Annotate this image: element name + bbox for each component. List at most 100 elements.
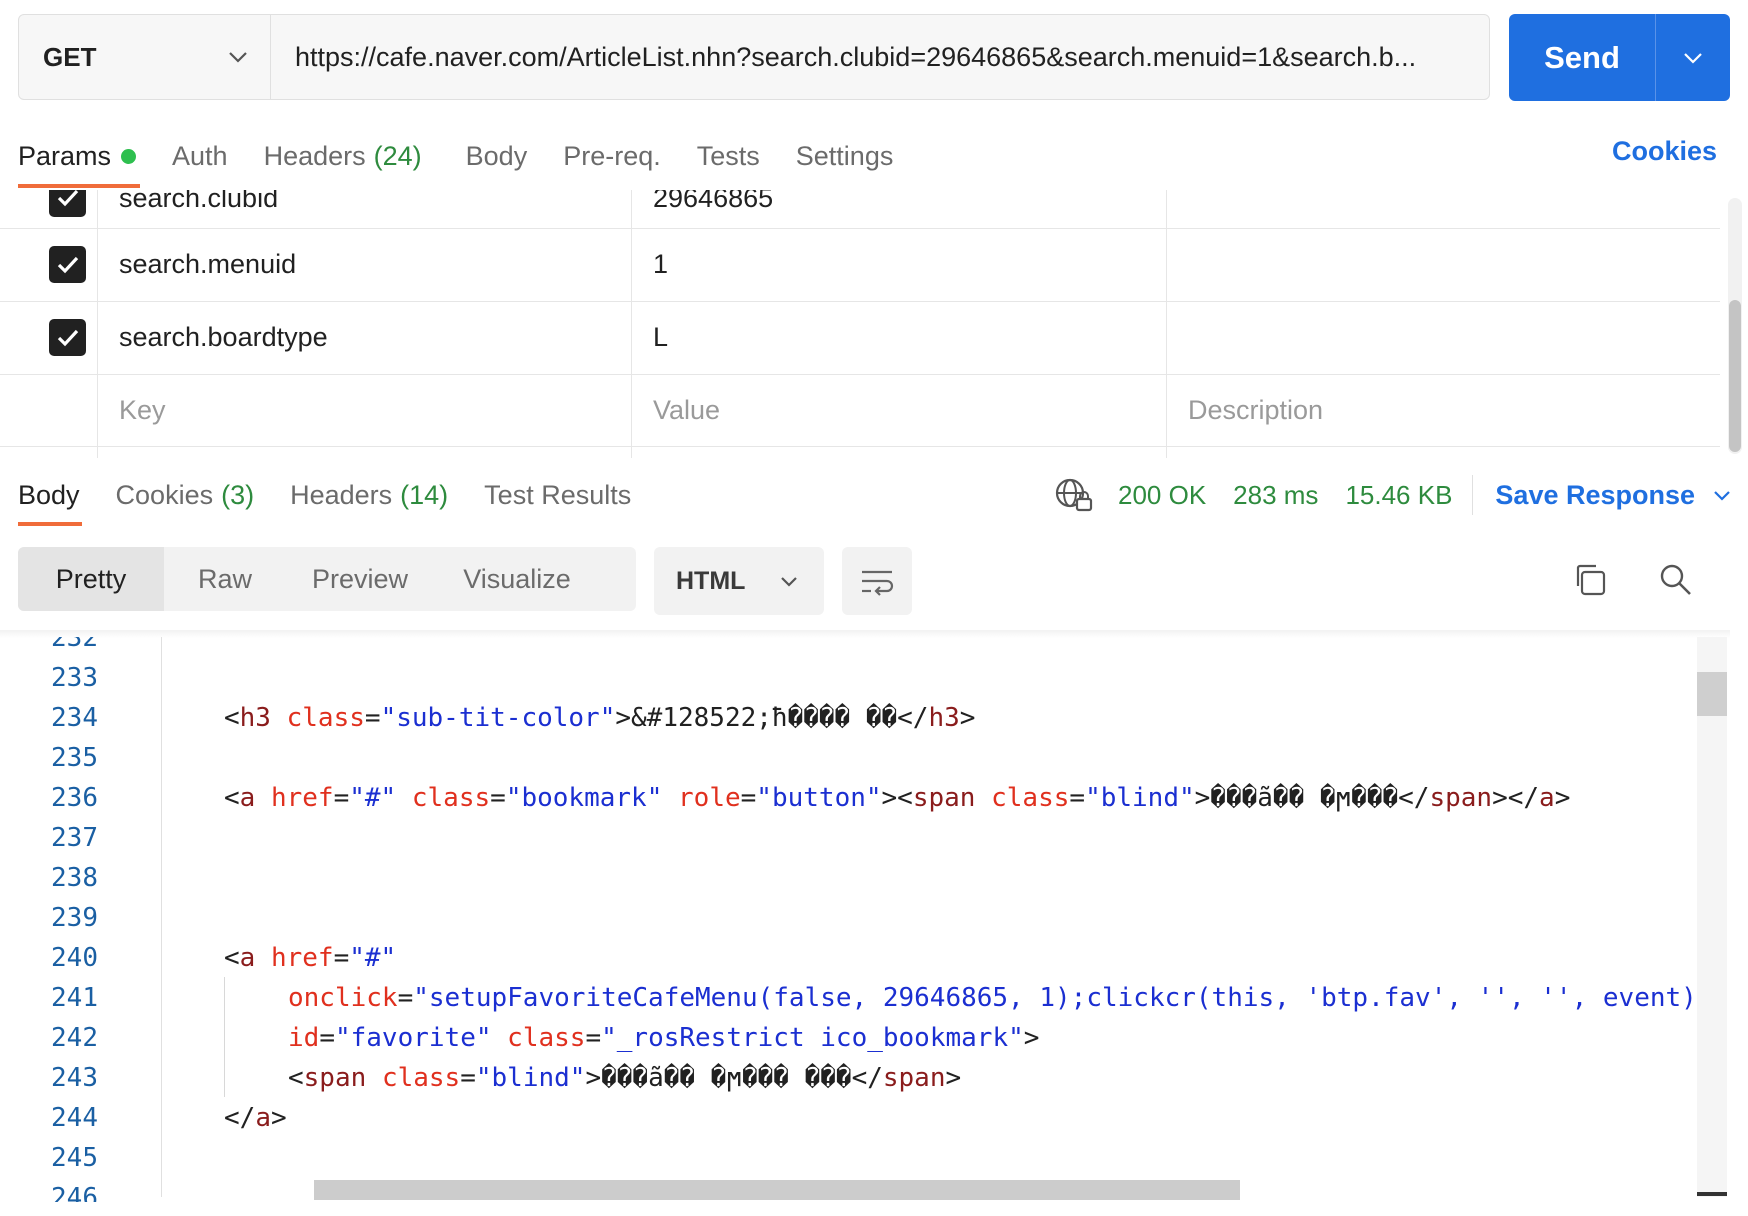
code-line: <a href="#" class="bookmark" role="butto…: [224, 783, 1571, 813]
tab-auth[interactable]: Auth: [172, 141, 228, 172]
send-button-group: Send: [1509, 14, 1730, 101]
params-table: search.clubid 29646865 search.menuid 1 s…: [0, 190, 1720, 458]
tab-headers-label: Headers: [263, 140, 366, 171]
code-token: <: [224, 703, 240, 733]
send-options-button[interactable]: [1656, 14, 1730, 101]
checkmark-icon: [57, 329, 78, 346]
tab-response-body[interactable]: Body: [18, 480, 80, 511]
code-vertical-scrollbar-thumb[interactable]: [1697, 672, 1727, 716]
tab-prereq[interactable]: Pre-req.: [563, 141, 661, 172]
param-description-placeholder[interactable]: Description: [1188, 374, 1323, 446]
code-token: <: [224, 943, 240, 973]
code-line: </a>: [224, 1103, 287, 1133]
param-key[interactable]: search.clubid: [119, 190, 278, 228]
line-number: 244: [51, 1103, 98, 1133]
tab-params-label: Params: [18, 140, 112, 171]
search-button[interactable]: [1658, 562, 1694, 603]
url-input[interactable]: https://cafe.naver.com/ArticleList.nhn?s…: [271, 15, 1489, 99]
active-tab-underline: [18, 184, 140, 188]
code-token: href: [270, 783, 334, 813]
globe-lock-icon[interactable]: [1054, 477, 1094, 513]
tab-response-headers[interactable]: Headers (14): [290, 480, 448, 511]
word-wrap-button[interactable]: [842, 547, 912, 615]
view-preview[interactable]: Preview: [286, 547, 434, 611]
response-size[interactable]: 15.46 KB: [1345, 480, 1452, 511]
code-token: class: [381, 1063, 461, 1093]
code-token: class: [991, 783, 1070, 813]
chevron-down-icon: [1684, 52, 1702, 64]
param-value[interactable]: 1: [653, 228, 668, 301]
param-key[interactable]: search.menuid: [119, 228, 296, 301]
line-number: 237: [51, 823, 98, 853]
code-token: a: [1539, 783, 1555, 813]
tab-test-results[interactable]: Test Results: [484, 480, 631, 511]
status-code[interactable]: 200 OK: [1118, 480, 1206, 511]
code-line: <h3 class="sub-tit-color">&#128522;ħ����…: [224, 703, 975, 733]
tab-response-headers-label: Headers: [290, 479, 393, 510]
language-selector[interactable]: HTML: [654, 547, 824, 615]
code-token: ���ã�� �ϻ��� ���: [601, 1063, 852, 1093]
code-horizontal-scrollbar-thumb[interactable]: [314, 1180, 1240, 1200]
copy-button[interactable]: [1572, 562, 1608, 603]
tab-response-cookies[interactable]: Cookies (3): [116, 480, 255, 511]
code-viewer[interactable]: 232 233 234 235 236 237 238 239 240 241 …: [0, 637, 1730, 1202]
view-visualize[interactable]: Visualize: [434, 547, 600, 611]
send-button[interactable]: Send: [1509, 14, 1656, 101]
code-token: >: [945, 1063, 962, 1093]
indent-guide: [224, 977, 225, 1097]
code-token: ���ã�� �ϻ���: [1210, 783, 1399, 813]
code-token: "blind": [1085, 783, 1195, 813]
code-token: "bookmark": [505, 783, 663, 813]
line-number: 243: [51, 1063, 98, 1093]
method-selector[interactable]: GET: [19, 15, 271, 99]
headers-count: (24): [373, 140, 422, 171]
param-key-placeholder[interactable]: Key: [119, 374, 166, 446]
tab-settings[interactable]: Settings: [796, 141, 894, 172]
active-response-tab-underline: [18, 522, 82, 526]
param-checkbox[interactable]: [49, 319, 86, 356]
view-raw[interactable]: Raw: [164, 547, 286, 611]
code-token: </: [224, 1103, 256, 1133]
save-response-button[interactable]: Save Response: [1495, 480, 1731, 511]
tab-params[interactable]: Params: [18, 140, 137, 172]
tab-tests[interactable]: Tests: [697, 141, 760, 172]
response-meta: 200 OK 283 ms 15.46 KB Save Response: [1054, 475, 1731, 515]
param-checkbox[interactable]: [49, 190, 86, 217]
code-line: id="favorite" class="_rosRestrict ico_bo…: [288, 1023, 1040, 1053]
response-time[interactable]: 283 ms: [1233, 480, 1318, 511]
code-token: span: [912, 783, 976, 813]
tab-headers[interactable]: Headers (24): [264, 141, 422, 172]
code-line: <a href="#": [224, 943, 397, 973]
response-tabs: Body Cookies (3) Headers (14) Test Results: [18, 475, 667, 515]
code-token: =: [364, 703, 381, 733]
line-number: 245: [51, 1143, 98, 1173]
param-checkbox[interactable]: [49, 246, 86, 283]
tab-body[interactable]: Body: [466, 141, 528, 172]
gutter-divider: [161, 637, 162, 1197]
code-token: &#128522;ħ���� ��: [631, 703, 898, 733]
param-key[interactable]: search.boardtype: [119, 301, 328, 374]
code-token: span: [303, 1063, 367, 1093]
line-number: 246: [51, 1183, 98, 1202]
request-tabs: Params Auth Headers (24) Body Pre-req. Te…: [18, 136, 929, 176]
code-token: "#": [349, 783, 397, 813]
code-token: </: [897, 703, 929, 733]
code-token: onclick: [288, 983, 398, 1013]
view-mode-segmented: Pretty Raw Preview Visualize: [18, 547, 636, 611]
param-row-empty: Key Value Description: [0, 374, 1720, 447]
cookies-link[interactable]: Cookies: [1612, 136, 1717, 167]
code-token: class: [507, 1023, 586, 1053]
code-token: >: [959, 703, 976, 733]
code-token: >: [615, 703, 632, 733]
param-value[interactable]: L: [653, 301, 668, 374]
method-label: GET: [43, 41, 97, 72]
code-token: h3: [928, 703, 960, 733]
code-token: >: [270, 1103, 287, 1133]
params-scrollbar-thumb[interactable]: [1729, 300, 1741, 452]
param-value-placeholder[interactable]: Value: [653, 374, 720, 446]
code-token: "favorite": [334, 1023, 492, 1053]
view-pretty[interactable]: Pretty: [18, 547, 164, 611]
line-number: 241: [51, 983, 98, 1013]
chevron-down-icon: [229, 52, 247, 63]
param-value[interactable]: 29646865: [653, 190, 773, 228]
